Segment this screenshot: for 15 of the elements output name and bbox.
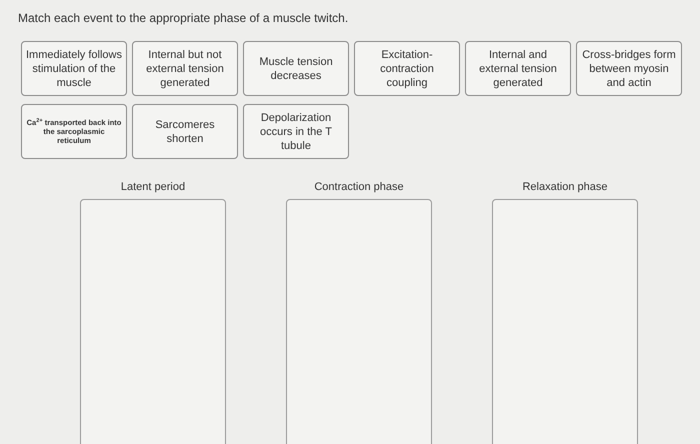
answer-card[interactable]: Immediately follows stimulation of the muscle bbox=[21, 41, 127, 96]
phase-label: Latent period bbox=[120, 180, 186, 193]
drop-zone[interactable] bbox=[286, 199, 432, 444]
answer-card[interactable]: Cross-bridges form between myosin and actin bbox=[576, 41, 682, 96]
answer-card[interactable]: Internal and external tension generated bbox=[465, 41, 571, 96]
drop-zone[interactable] bbox=[492, 199, 638, 444]
drop-zone[interactable] bbox=[80, 199, 226, 444]
answer-card[interactable]: Sarcomeres shorten bbox=[132, 104, 238, 159]
answer-card[interactable]: Excitation-contraction coupling bbox=[354, 41, 460, 96]
phase-label: Contraction phase bbox=[314, 180, 404, 193]
instruction-text: Match each event to the appropriate phase of a muscle twitch. bbox=[18, 10, 350, 27]
answer-card[interactable]: Muscle tension decreases bbox=[243, 41, 349, 96]
phase-label: Relaxation phase bbox=[522, 180, 608, 193]
answer-card[interactable]: Internal but not external tension generated bbox=[132, 41, 238, 96]
answer-card[interactable]: Depolarization occurs in the T tubule bbox=[243, 104, 349, 159]
